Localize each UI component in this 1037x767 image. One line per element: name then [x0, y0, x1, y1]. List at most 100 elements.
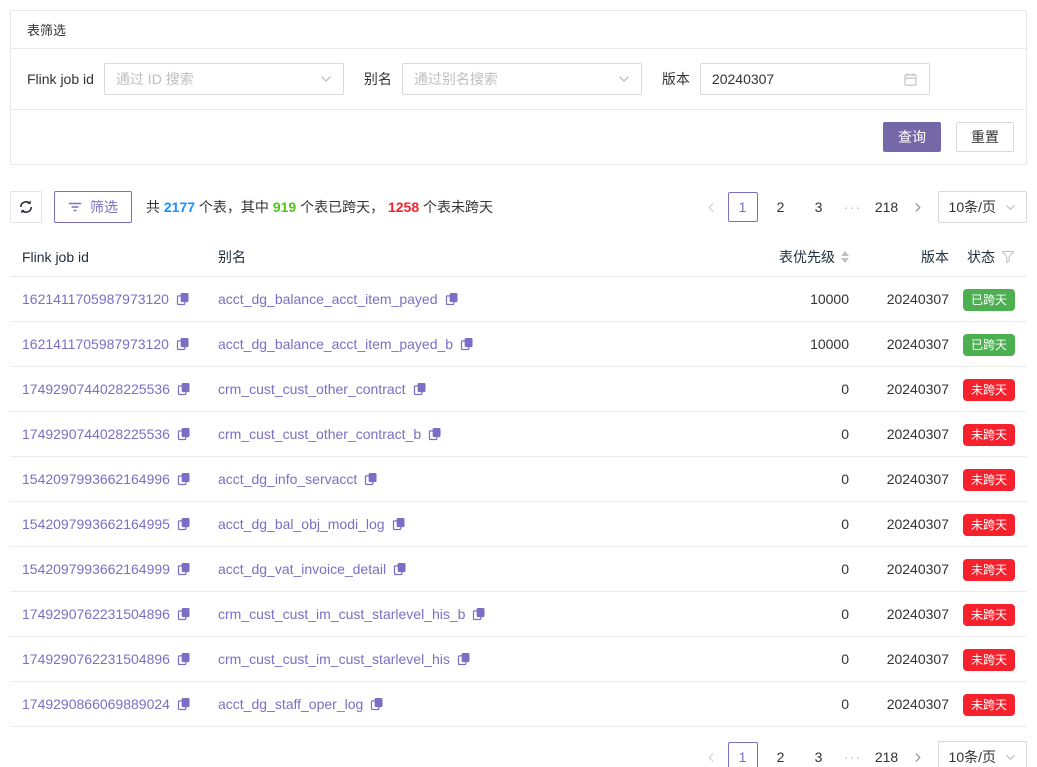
sorter-icon[interactable]	[841, 251, 849, 263]
chevron-down-icon	[618, 73, 630, 85]
copy-icon[interactable]	[177, 427, 191, 441]
priority-value: 0	[719, 561, 849, 577]
status-badge: 未跨天	[963, 604, 1015, 626]
filter-card: 表筛选 Flink job id 通过 ID 搜索 别名 通过别名搜索 版本 查…	[10, 10, 1027, 165]
flink-job-id-link[interactable]: 1749290762231504896	[22, 651, 170, 667]
version-date-input[interactable]	[712, 71, 872, 87]
table-row: 1542097993662164996 acct_dg_info_servacc…	[10, 457, 1027, 502]
alias-placeholder: 通过别名搜索	[414, 69, 498, 89]
copy-icon[interactable]	[428, 427, 442, 441]
alias-link[interactable]: crm_cust_cust_im_cust_starlevel_his	[218, 651, 450, 667]
priority-value: 0	[719, 471, 849, 487]
copy-icon[interactable]	[472, 607, 486, 621]
copy-icon[interactable]	[460, 337, 474, 351]
total-count: 2177	[164, 199, 195, 215]
flink-job-id-label: Flink job id	[27, 71, 94, 87]
version-value: 20240307	[849, 381, 949, 397]
copy-icon[interactable]	[176, 292, 190, 306]
status-badge: 未跨天	[963, 424, 1015, 446]
flink-job-id-field: Flink job id 通过 ID 搜索	[27, 63, 344, 95]
copy-icon[interactable]	[370, 697, 384, 711]
copy-icon[interactable]	[177, 697, 191, 711]
version-value: 20240307	[849, 471, 949, 487]
refresh-icon	[18, 199, 34, 215]
copy-icon[interactable]	[445, 292, 459, 306]
copy-icon[interactable]	[177, 652, 191, 666]
page-ellipsis[interactable]: ···	[838, 199, 868, 215]
filter-lines-icon	[68, 200, 82, 214]
alias-field: 别名 通过别名搜索	[364, 63, 642, 95]
page-size-select[interactable]: 10条/页	[938, 191, 1027, 223]
copy-icon[interactable]	[364, 472, 378, 486]
priority-value: 0	[719, 516, 849, 532]
page-button-1[interactable]: 1	[728, 742, 758, 767]
flink-job-id-link[interactable]: 1749290744028225536	[22, 381, 170, 397]
chevron-down-icon	[320, 73, 332, 85]
filter-funnel-icon[interactable]	[1001, 250, 1015, 264]
copy-icon[interactable]	[177, 382, 191, 396]
page-button-1[interactable]: 1	[728, 192, 758, 222]
status-badge: 未跨天	[963, 694, 1015, 716]
pagination-top: 1 2 3 ··· 218 10条/页	[700, 191, 1027, 223]
next-page-button[interactable]	[906, 192, 930, 222]
alias-link[interactable]: acct_dg_balance_acct_item_payed_b	[218, 336, 453, 352]
flink-job-id-link[interactable]: 1621411705987973120	[22, 291, 169, 307]
version-date-picker[interactable]	[700, 63, 930, 95]
page-button-3[interactable]: 3	[804, 192, 834, 222]
alias-link[interactable]: acct_dg_bal_obj_modi_log	[218, 516, 385, 532]
version-value: 20240307	[849, 696, 949, 712]
copy-icon[interactable]	[176, 337, 190, 351]
alias-link[interactable]: acct_dg_balance_acct_item_payed	[218, 291, 438, 307]
page-button-2[interactable]: 2	[766, 742, 796, 767]
copy-icon[interactable]	[177, 607, 191, 621]
copy-icon[interactable]	[413, 382, 427, 396]
refresh-button[interactable]	[10, 191, 42, 223]
table-row: 1749290744028225536 crm_cust_cust_other_…	[10, 367, 1027, 412]
page-ellipsis[interactable]: ···	[838, 749, 868, 765]
flink-job-id-link[interactable]: 1749290762231504896	[22, 606, 170, 622]
copy-icon[interactable]	[177, 517, 191, 531]
copy-icon[interactable]	[392, 517, 406, 531]
priority-value: 0	[719, 606, 849, 622]
status-badge: 未跨天	[963, 649, 1015, 671]
alias-link[interactable]: acct_dg_vat_invoice_detail	[218, 561, 386, 577]
copy-icon[interactable]	[177, 472, 191, 486]
prev-page-button[interactable]	[700, 192, 724, 222]
query-button[interactable]: 查询	[883, 122, 941, 152]
flink-job-id-link[interactable]: 1542097993662164999	[22, 561, 170, 577]
flink-job-id-link[interactable]: 1542097993662164996	[22, 471, 170, 487]
page-button-last[interactable]: 218	[872, 742, 902, 767]
copy-icon[interactable]	[393, 562, 407, 576]
version-field: 版本	[662, 63, 930, 95]
status-badge: 已跨天	[963, 289, 1015, 311]
flink-job-id-select[interactable]: 通过 ID 搜索	[104, 63, 344, 95]
alias-link[interactable]: crm_cust_cust_im_cust_starlevel_his_b	[218, 606, 465, 622]
table-row: 1749290866069889024 acct_dg_staff_oper_l…	[10, 682, 1027, 727]
page-size-value: 10条/页	[949, 747, 996, 767]
page-button-2[interactable]: 2	[766, 192, 796, 222]
page-button-3[interactable]: 3	[804, 742, 834, 767]
alias-link[interactable]: acct_dg_info_servacct	[218, 471, 357, 487]
uncrossed-count: 1258	[388, 199, 419, 215]
filter-fields-row: Flink job id 通过 ID 搜索 别名 通过别名搜索 版本	[11, 49, 1026, 110]
flink-job-id-link[interactable]: 1621411705987973120	[22, 336, 169, 352]
page-button-last[interactable]: 218	[872, 192, 902, 222]
reset-button[interactable]: 重置	[956, 122, 1014, 152]
alias-link[interactable]: acct_dg_staff_oper_log	[218, 696, 363, 712]
copy-icon[interactable]	[177, 562, 191, 576]
page-size-select[interactable]: 10条/页	[938, 741, 1027, 767]
alias-link[interactable]: crm_cust_cust_other_contract_b	[218, 426, 421, 442]
alias-link[interactable]: crm_cust_cust_other_contract	[218, 381, 406, 397]
flink-job-id-link[interactable]: 1542097993662164995	[22, 516, 170, 532]
prev-page-button[interactable]	[700, 742, 724, 767]
filter-toggle-button[interactable]: 筛选	[54, 191, 132, 223]
next-page-button[interactable]	[906, 742, 930, 767]
flink-job-id-link[interactable]: 1749290744028225536	[22, 426, 170, 442]
alias-select[interactable]: 通过别名搜索	[402, 63, 642, 95]
copy-icon[interactable]	[457, 652, 471, 666]
version-value: 20240307	[849, 651, 949, 667]
column-header-id: Flink job id	[22, 249, 218, 265]
version-value: 20240307	[849, 516, 949, 532]
version-value: 20240307	[849, 426, 949, 442]
flink-job-id-link[interactable]: 1749290866069889024	[22, 696, 170, 712]
